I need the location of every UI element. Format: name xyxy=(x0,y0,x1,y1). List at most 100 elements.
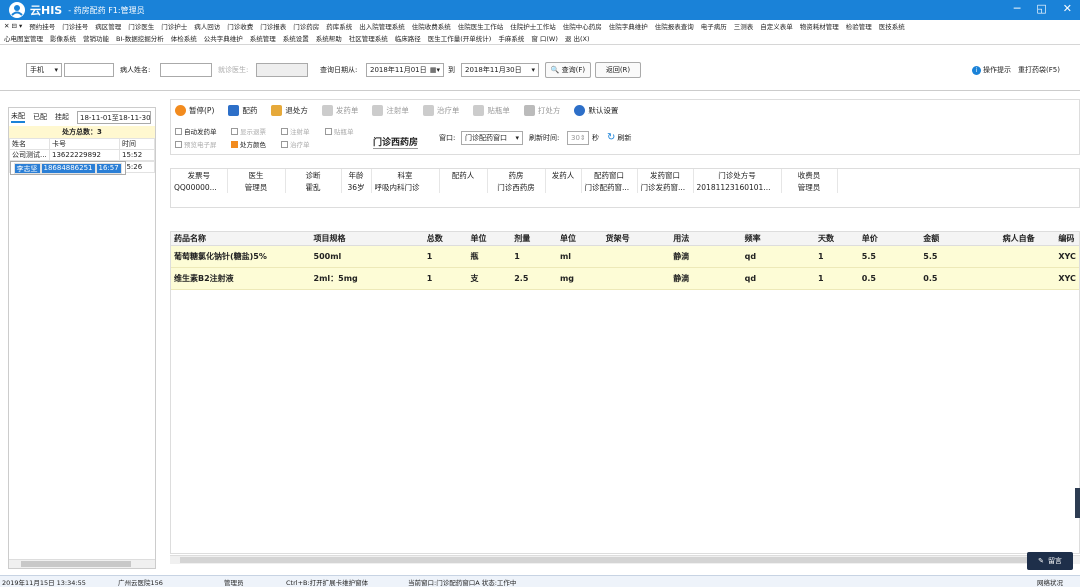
prescription-list-panel: 未配 已配 挂起 18-11-01至18-11-30 处方总数：3 姓名 卡号 … xyxy=(8,107,156,569)
menu-item[interactable]: 医技系统 xyxy=(879,21,905,31)
reprint-bag-button[interactable]: 重打药袋(F5) xyxy=(1018,63,1060,77)
frequency-cell: qd xyxy=(741,267,816,290)
menu-item[interactable]: 门诊药房 xyxy=(293,21,319,31)
menu-item[interactable]: 物资耗材管理 xyxy=(800,21,839,31)
menu-item[interactable]: 系统帮助 xyxy=(316,33,342,43)
table-row[interactable]: QQ00000... 管理员 霍乱 36岁 呼吸内科门诊 门诊西药房 门诊配药窗… xyxy=(171,181,838,193)
return-prescription-button[interactable]: 退处方 xyxy=(271,105,308,116)
column-header: 频率 xyxy=(741,232,816,246)
patient-name-input[interactable] xyxy=(160,63,212,77)
menu-item[interactable]: 退 出(X) xyxy=(565,33,590,43)
prescription-no-cell: 20181123160101... xyxy=(693,181,782,193)
menu-item[interactable]: 手麻系统 xyxy=(498,33,524,43)
show-refund-checkbox[interactable]: 显示退票 xyxy=(231,126,266,136)
date-from-picker[interactable]: 2018年11月01日 ▦▾ xyxy=(366,63,444,77)
tab-assigned[interactable]: 已配 xyxy=(33,112,47,122)
side-dock-handle[interactable] xyxy=(1075,488,1080,518)
checkbox-box xyxy=(325,127,332,135)
date-from-value: 2018年11月01日 xyxy=(370,66,427,74)
search-type-select[interactable]: 手机 ▾ xyxy=(26,63,62,77)
menu-item[interactable]: 出入院管理系统 xyxy=(359,21,405,31)
dispenser-cell xyxy=(439,181,488,193)
menu-item[interactable]: 住院报表查询 xyxy=(655,21,694,31)
column-header: 剂量 xyxy=(511,232,557,246)
menu-item[interactable]: 自定义表单 xyxy=(760,21,793,31)
menu-item[interactable]: 窗 口(W) xyxy=(531,33,558,43)
menu-item[interactable]: 病区管理 xyxy=(95,21,121,31)
print-prescription-button[interactable]: 打处方 xyxy=(523,105,560,116)
menu-item[interactable]: 病人回访 xyxy=(194,21,220,31)
table-row[interactable]: 公司测试... 13622229892 15:52 xyxy=(9,149,155,161)
close-button[interactable]: ✕ xyxy=(1063,2,1072,15)
tips-link[interactable]: i 操作提示 xyxy=(972,63,1011,77)
injection-checkbox[interactable]: 注射单 xyxy=(281,126,310,136)
dispense-button[interactable]: 配药 xyxy=(228,105,257,116)
menu-item[interactable]: 三测表 xyxy=(734,21,754,31)
back-button[interactable]: 返回(R) xyxy=(595,62,641,78)
prescription-info-table: 发票号 医生 诊断 年龄 科室 配药人 药房 发药人 配药窗口 发药窗口 门诊处… xyxy=(171,169,838,193)
menu-item[interactable]: BI-数据挖掘分析 xyxy=(116,33,164,43)
message-button[interactable]: ✎ 留言 xyxy=(1027,552,1073,570)
menu-item[interactable]: 住院护士工作站 xyxy=(510,21,556,31)
menu-item[interactable]: 住院字典维护 xyxy=(609,21,648,31)
usage-cell: 静滴 xyxy=(670,267,742,290)
refresh-button[interactable]: ↻ 刷新 xyxy=(607,131,631,145)
restore-button[interactable]: ◱ xyxy=(1036,2,1046,15)
table-row[interactable]: 维生素B2注射液 2ml：5mg 1 支 2.5 mg 静滴 qd 1 0.5 … xyxy=(171,267,1079,290)
menu-item[interactable]: 住院中心药房 xyxy=(563,21,602,31)
table-row[interactable]: 李志坚 18684886251 16:57 xyxy=(9,161,126,175)
bottle-label-checkbox[interactable]: 贴瓶单 xyxy=(325,126,354,136)
menu-item[interactable]: 体检系统 xyxy=(171,33,197,43)
default-settings-button[interactable]: 默认设置 xyxy=(574,105,618,116)
treatment-checkbox[interactable]: 治疗单 xyxy=(281,139,310,149)
drug-horizontal-scrollbar[interactable] xyxy=(170,555,1080,564)
query-button[interactable]: 🔍 查询(F) xyxy=(545,62,591,78)
bottle-label-button[interactable]: 贴瓶单 xyxy=(473,105,510,116)
patient-name-label: 病人姓名: xyxy=(120,66,151,74)
menu-item[interactable]: 药库系统 xyxy=(326,21,352,31)
menu-item[interactable]: 临床路径 xyxy=(395,33,421,43)
scrollbar-thumb[interactable] xyxy=(180,557,1070,563)
menu-item[interactable]: 门诊护士 xyxy=(161,21,187,31)
doctor-input[interactable] xyxy=(256,63,308,77)
prescription-color-checkbox[interactable]: 处方颜色 xyxy=(231,139,266,149)
treatment-list-button[interactable]: 治疗单 xyxy=(422,105,459,116)
menu-item[interactable]: 系统管理 xyxy=(250,33,276,43)
menu-item[interactable]: 门诊收费 xyxy=(227,21,253,31)
menu-item[interactable]: 电子病历 xyxy=(701,21,727,31)
menu-item[interactable]: 影像系统 xyxy=(50,33,76,43)
menu-item[interactable]: 医生工作量(开单统计) xyxy=(428,33,492,43)
pause-button[interactable]: 暂停(P) xyxy=(175,105,214,116)
tab-suspended[interactable]: 挂起 xyxy=(55,112,69,122)
auto-dispense-checkbox[interactable]: 自动发药单 xyxy=(175,126,217,136)
scrollbar-thumb[interactable] xyxy=(21,561,131,567)
amount-cell: 5.5 xyxy=(920,245,1000,268)
menu-item[interactable]: 预约挂号 xyxy=(29,21,55,31)
menu-item[interactable]: 住院医生工作站 xyxy=(458,21,504,31)
patient-name-cell: 李志坚 xyxy=(13,162,41,174)
menu-item[interactable]: 住院收费系统 xyxy=(412,21,451,31)
injection-list-button[interactable]: 注射单 xyxy=(372,105,409,116)
menu-item[interactable]: 门诊医生 xyxy=(128,21,154,31)
window-select[interactable]: 门诊配药窗口 ▾ xyxy=(461,131,523,145)
menu-item[interactable]: 心电图室管理 xyxy=(4,33,43,43)
menu-item[interactable]: 社区管理系统 xyxy=(349,33,388,43)
menu-item[interactable]: 系统设置 xyxy=(283,33,309,43)
date-range-field[interactable]: 18-11-01至18-11-30 xyxy=(77,110,151,124)
menu-item[interactable]: 检验管理 xyxy=(846,21,872,31)
left-horizontal-scrollbar[interactable] xyxy=(9,559,155,568)
menu-item[interactable]: 门诊挂号 xyxy=(62,21,88,31)
tab-unassigned[interactable]: 未配 xyxy=(11,111,25,123)
date-to-picker[interactable]: 2018年11月30日 ▾ xyxy=(461,63,539,77)
table-row[interactable]: 葡萄糖氯化钠针(糖盐)5% 500ml 1 瓶 1 ml 静滴 qd 1 5.5… xyxy=(171,245,1079,268)
search-value-input[interactable] xyxy=(64,63,114,77)
refresh-time-stepper[interactable]: 30 ⇕ xyxy=(567,131,589,145)
menu-item[interactable]: ✕ ⊟ ▾ xyxy=(4,22,22,30)
menu-item[interactable]: 营销功能 xyxy=(83,33,109,43)
minimize-button[interactable]: ─ xyxy=(1014,2,1021,15)
menu-item[interactable]: 门诊报表 xyxy=(260,21,286,31)
chevron-down-icon: ▾ xyxy=(515,134,519,142)
menu-item[interactable]: 公共字典维护 xyxy=(204,33,243,43)
preview-screen-checkbox[interactable]: 预览电子屏 xyxy=(175,139,217,149)
dispense-list-button[interactable]: 发药单 xyxy=(321,105,358,116)
